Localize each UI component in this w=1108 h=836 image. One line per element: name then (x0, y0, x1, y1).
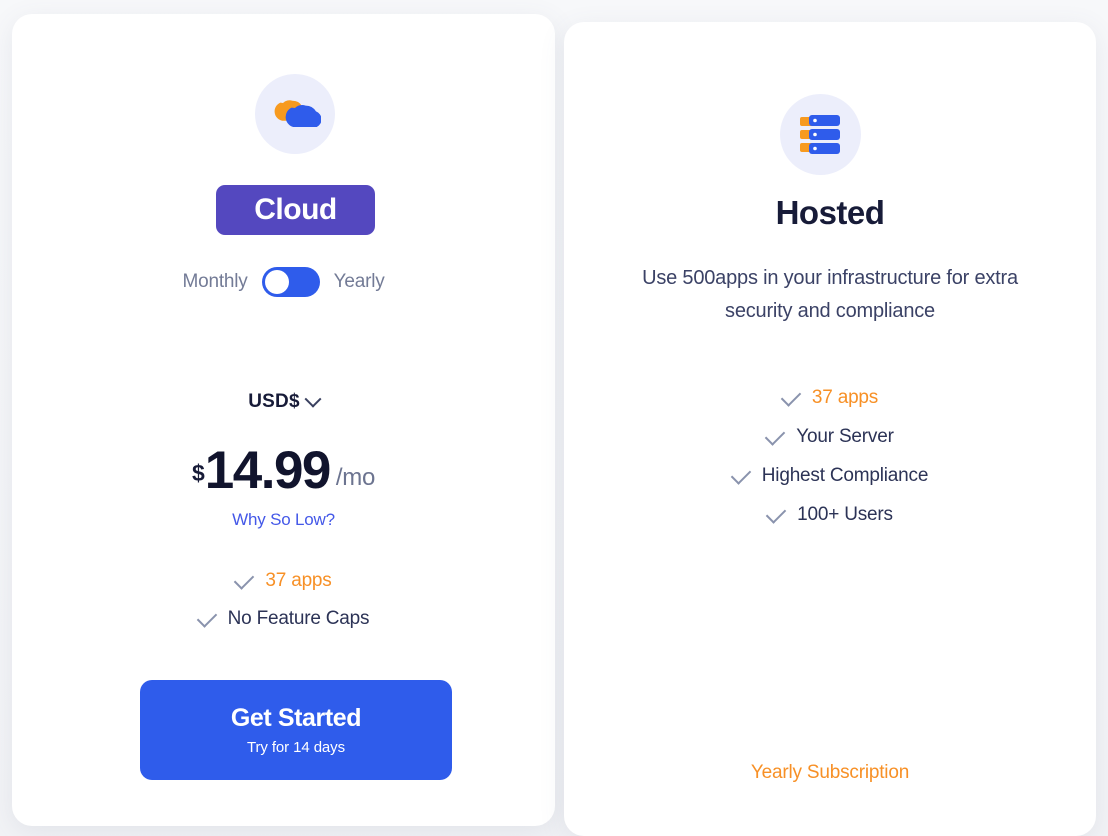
price-currency-symbol: $ (191, 460, 205, 486)
plan-title-hosted: Hosted (775, 194, 885, 231)
get-started-button-sublabel: Try for 14 days (247, 739, 345, 756)
billing-toggle[interactable] (261, 267, 320, 297)
cloud-icon (255, 74, 335, 154)
get-started-button[interactable]: Get Started Try for 14 days (140, 680, 452, 780)
feature-item: 100+ Users (765, 502, 893, 526)
currency-label: USD$ (248, 391, 300, 412)
feature-item: Highest Compliance (730, 463, 929, 487)
plan-description-hosted: Use 500apps in your infrastructure for e… (642, 267, 1018, 322)
billing-label-monthly[interactable]: Monthly (182, 271, 247, 293)
feature-item: 37 apps (780, 385, 879, 409)
price-period: /mo (335, 464, 376, 491)
plan-title-cloud-label: Cloud (254, 193, 337, 226)
why-so-low-link[interactable]: Why So Low? (12, 510, 555, 530)
price-display: $ 14.99 /mo (12, 444, 555, 497)
billing-toggle-row: Monthly Yearly (12, 267, 555, 297)
plan-title-cloud: Cloud (216, 185, 375, 235)
price-amount: 14.99 (204, 441, 332, 500)
feature-list-cloud: 37 apps No Feature Caps (12, 568, 555, 630)
feature-item: 37 apps (234, 568, 332, 592)
feature-label: 100+ Users (797, 504, 893, 525)
feature-label: 37 apps (811, 387, 879, 408)
feature-label: 37 apps (265, 570, 332, 591)
feature-item: Your Server (765, 424, 894, 448)
server-icon (780, 94, 861, 175)
feature-label: Your Server (796, 426, 894, 447)
check-icon (234, 568, 255, 590)
billing-label-yearly[interactable]: Yearly (334, 271, 385, 293)
chevron-down-icon (304, 390, 322, 408)
check-icon (765, 424, 786, 446)
check-icon (765, 502, 787, 524)
billing-toggle-knob (264, 270, 289, 294)
feature-list-hosted: 37 apps Your Server Highest Compliance 1… (564, 385, 1096, 526)
yearly-subscription-note[interactable]: Yearly Subscription (564, 762, 1096, 784)
feature-label: No Feature Caps (227, 608, 370, 629)
feature-label: Highest Compliance (761, 465, 929, 486)
pricing-page: Cloud Monthly Yearly USD$ $ 14.99 /mo Wh… (0, 0, 1108, 836)
check-icon (780, 385, 802, 407)
currency-selector[interactable]: USD$ (12, 390, 555, 413)
pricing-card-hosted: Hosted Use 500apps in your infrastructur… (564, 22, 1096, 836)
get-started-button-label: Get Started (230, 704, 362, 732)
pricing-card-cloud: Cloud Monthly Yearly USD$ $ 14.99 /mo Wh… (12, 14, 555, 826)
check-icon (196, 606, 217, 628)
feature-item: No Feature Caps (196, 606, 370, 630)
check-icon (730, 463, 752, 485)
